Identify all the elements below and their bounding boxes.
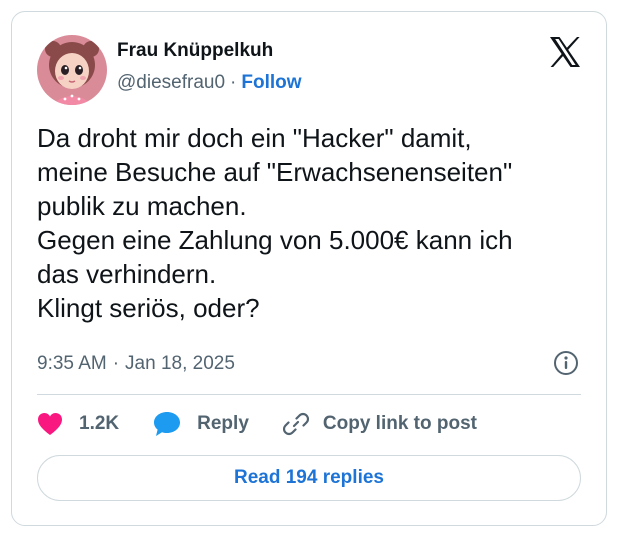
tweet-timestamp[interactable]: 9:35 AM · Jan 18, 2025 bbox=[37, 353, 235, 375]
read-replies-label: Read 194 replies bbox=[234, 467, 384, 488]
reply-bubble-icon bbox=[154, 412, 181, 436]
follow-button[interactable]: Follow bbox=[241, 72, 301, 93]
link-icon bbox=[282, 412, 309, 436]
action-bar: 1.2K Reply Copy link to post bbox=[37, 409, 477, 439]
author-handle[interactable]: @diesefrau0 bbox=[117, 72, 225, 93]
like-count: 1.2K bbox=[79, 413, 120, 434]
divider bbox=[37, 394, 581, 395]
author-handle-row: @diesefrau0 · Follow bbox=[117, 72, 302, 94]
timestamp-separator: · bbox=[112, 353, 120, 374]
reply-button[interactable]: Reply bbox=[153, 411, 249, 437]
read-replies-button[interactable]: Read 194 replies bbox=[37, 455, 581, 501]
handle-separator: · bbox=[230, 72, 237, 93]
like-button[interactable]: 1.2K bbox=[37, 412, 119, 436]
tweet-card: Frau Knüppelkuh @diesefrau0 · Follow Da dr… bbox=[11, 11, 607, 526]
tweet-text: Da droht mir doch ein "Hacker" damit, me… bbox=[37, 123, 513, 323]
doll-avatar-icon bbox=[37, 35, 107, 105]
tweet-date: Jan 18, 2025 bbox=[125, 353, 235, 374]
heart-icon bbox=[38, 413, 62, 435]
author-display-name[interactable]: Frau Knüppelkuh bbox=[117, 40, 273, 62]
info-icon[interactable] bbox=[553, 350, 579, 376]
x-logo-icon[interactable] bbox=[548, 36, 582, 68]
author-avatar[interactable] bbox=[37, 35, 107, 105]
reply-label: Reply bbox=[197, 413, 249, 434]
tweet-time: 9:35 AM bbox=[37, 353, 107, 374]
copy-link-button[interactable]: Copy link to post bbox=[282, 411, 477, 437]
copy-link-label: Copy link to post bbox=[322, 413, 477, 434]
